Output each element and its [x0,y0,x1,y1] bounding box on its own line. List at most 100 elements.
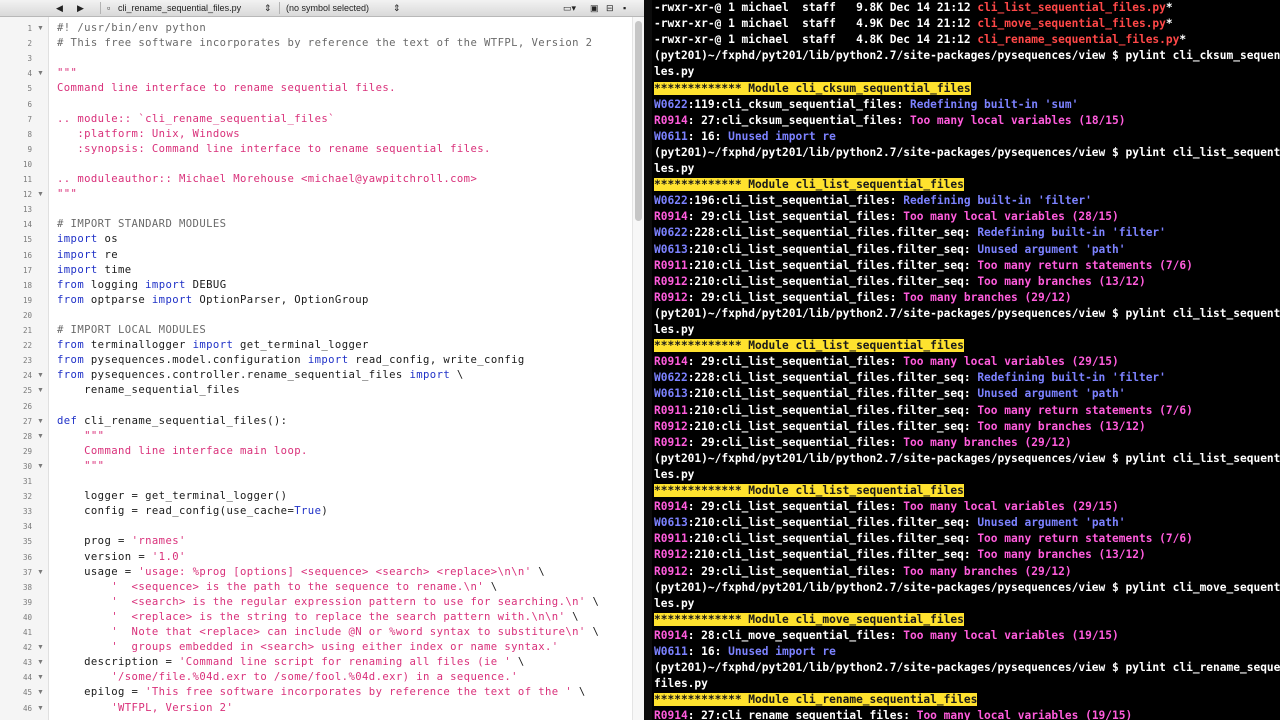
terminal-line: les.py [654,161,694,177]
terminal-line: W0622:228:cli_list_sequential_files.filt… [654,370,1166,386]
line-number: 12 [22,190,32,200]
code-token: #! /usr/bin/env python [57,22,207,34]
terminal-text: :210:cli_list_sequential_files.filter_se… [687,548,978,562]
terminal-text: R0914 [654,355,688,369]
terminal-line: R0914: 27:cli_rename_sequential_files: T… [654,708,1132,720]
pane-divider[interactable] [644,0,652,720]
terminal-text: Too many branches (13/12) [977,274,1146,288]
code-line: ' <sequence> is the path to the sequence… [57,580,498,595]
terminal-text: W0613 [654,242,688,256]
terminal-pane[interactable]: -rwxr-xr-@ 1 michael staff 9.8K Dec 14 2… [652,0,1280,720]
code-line: from terminallogger import get_terminal_… [57,338,369,353]
terminal-text: Unused import re [728,645,836,658]
terminal-line: W0622:119:cli_cksum_sequential_files: Re… [654,97,1078,113]
fold-triangle-icon[interactable]: ▼ [37,368,44,383]
terminal-line: W0622:228:cli_list_sequential_files.filt… [654,225,1166,241]
code-line: # IMPORT LOCAL MODULES [57,323,206,338]
code-line: import time [57,263,132,278]
view-options-icon[interactable]: ▭▾ [563,0,576,16]
code-token: cli_rename_sequential_files(): [77,414,288,427]
code-token: logging [84,278,146,291]
terminal-text: (pyt201)~/fxphd/pyt201/lib/python2.7/sit… [654,49,1280,63]
code-token: # IMPORT LOCAL MODULES [57,324,207,336]
terminal-line: R0914: 29:cli_list_sequential_files: Too… [654,499,1119,515]
close-icon[interactable]: ▪ [623,0,626,16]
terminal-line: -rwxr-xr-@ 1 michael staff 9.8K Dec 14 2… [654,0,1173,16]
terminal-text: R0914 [654,500,688,514]
fold-triangle-icon[interactable]: ▼ [37,429,44,444]
code-token: version = [57,550,152,563]
terminal-text: Too many branches (29/12) [903,564,1072,578]
fold-triangle-icon[interactable]: ▼ [37,459,44,474]
terminal-text: : 16: [687,129,729,143]
terminal-text: : 29:cli_list_sequential_files: [687,564,904,578]
code-token: '/some/file.%04d.exr to /some/fool.%04d.… [57,671,518,684]
line-number: 15 [22,235,32,245]
terminal-line: ************* Module cli_rename_sequenti… [654,692,978,708]
code-token: 'usage: %prog [options] <sequence> <sear… [138,565,532,578]
bookmark-icon[interactable]: ▣ [590,0,599,16]
fold-triangle-icon[interactable]: ▼ [37,66,44,81]
fold-triangle-icon[interactable]: ▼ [37,640,44,655]
code-text-area[interactable]: #! /usr/bin/env python # This free softwa… [57,17,630,720]
code-line: from logging import DEBUG [57,278,226,293]
terminal-text: R0912 [654,290,688,304]
code-token: """ [57,429,105,442]
chevron-updown-icon[interactable]: ⇕ [264,0,272,16]
fold-triangle-icon[interactable]: ▼ [37,701,44,716]
code-line: config = read_config(use_cache=True) [57,504,328,519]
terminal-text: :210:cli_list_sequential_files.filter_se… [687,274,978,288]
code-line: """ [57,187,77,202]
editor-scrollbar[interactable] [632,17,644,720]
line-number: 29 [22,446,32,456]
scrollbar-thumb[interactable] [635,21,642,221]
terminal-text: Redefining built-in 'filter' [903,194,1092,208]
terminal-line: W0611: 16: Unused import re [654,129,836,145]
terminal-text: :210:cli_list_sequential_files.filter_se… [687,242,978,256]
back-arrow-icon[interactable]: ◀ [56,0,63,16]
terminal-text: :228:cli_list_sequential_files.filter_se… [687,226,978,240]
symbol-popup[interactable]: (no symbol selected) [286,0,369,16]
fold-triangle-icon[interactable]: ▼ [37,565,44,580]
code-line: import os [57,232,118,247]
terminal-text: * [1179,33,1187,47]
terminal-text: Unused argument 'path' [977,516,1126,530]
terminal-text: R0912 [654,419,688,433]
chevron-updown-icon[interactable]: ⇕ [393,0,401,16]
terminal-text: Too many return statements (7/6) [977,532,1193,546]
fold-triangle-icon[interactable]: ▼ [37,383,44,398]
code-line: 'WTFPL, Version 2' [57,701,233,716]
terminal-text: W0622 [654,97,688,111]
split-view-icon[interactable]: ⊟ [606,0,614,16]
terminal-text: W0622 [654,371,688,385]
code-token: Command line interface to rename sequent… [57,82,396,95]
code-line: Command line interface main loop. [57,444,308,459]
terminal-line: (pyt201)~/fxphd/pyt201/lib/python2.7/sit… [654,451,1280,467]
fold-triangle-icon[interactable]: ▼ [37,21,44,36]
terminal-text: * [1165,1,1173,14]
fold-triangle-icon[interactable]: ▼ [37,414,44,429]
fold-triangle-icon[interactable]: ▼ [37,670,44,685]
code-token: \ [511,656,525,669]
forward-arrow-icon[interactable]: ▶ [77,0,84,16]
terminal-line: (pyt201)~/fxphd/pyt201/lib/python2.7/sit… [654,48,1280,64]
line-number: 38 [22,582,32,592]
fold-triangle-icon[interactable]: ▼ [37,187,44,202]
terminal-line: (pyt201)~/fxphd/pyt201/lib/python2.7/sit… [654,660,1280,676]
terminal-text: Too many local variables (19/15) [903,628,1119,642]
code-editor-pane[interactable]: ◀ ▶ ▫ cli_rename_sequential_files.py ⇕ (… [0,0,644,720]
code-token: logger = get_terminal_logger() [57,490,288,503]
line-number: 16 [22,250,32,260]
code-token: terminallogger [84,339,193,352]
code-line: logger = get_terminal_logger() [57,489,287,504]
terminal-text: R0912 [654,274,688,288]
code-token: import [409,369,451,382]
code-line: """ [57,459,104,474]
code-token: usage = [57,565,139,578]
code-token: from [57,293,85,306]
fold-triangle-icon[interactable]: ▼ [37,655,44,670]
code-line: epilog = 'This free software incorporate… [57,685,586,700]
fold-triangle-icon[interactable]: ▼ [37,685,44,700]
file-name-popup[interactable]: cli_rename_sequential_files.py [118,0,241,16]
terminal-text: R0912 [654,548,688,562]
